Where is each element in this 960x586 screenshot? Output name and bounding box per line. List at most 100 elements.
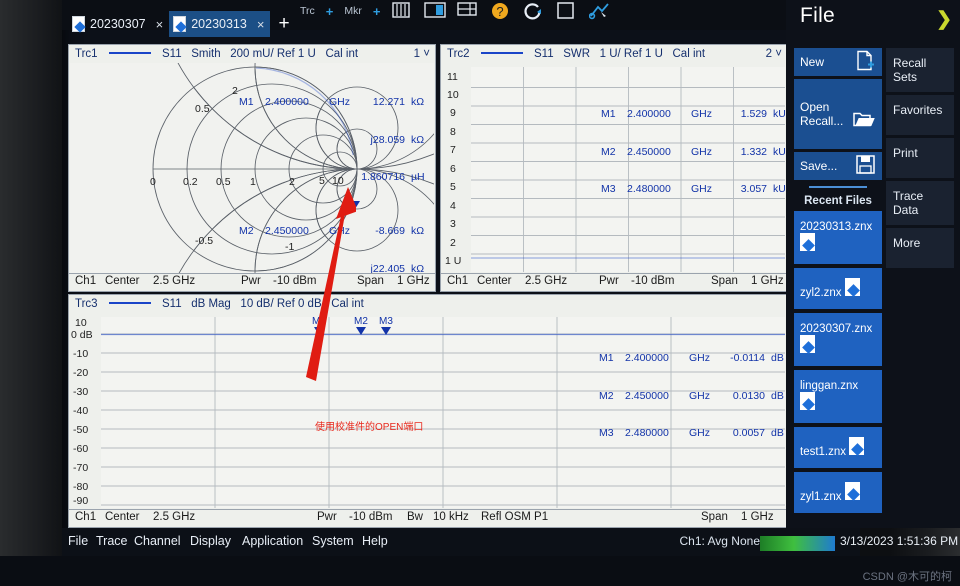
trc3-header: Trc3 S11 dB Mag 10 dB/ Ref 0 dB Cal int bbox=[69, 295, 787, 310]
recent-file-3[interactable]: linggan.znx bbox=[794, 370, 882, 423]
marker-row: M1 2.400000 GHz 12.271 kΩ bbox=[239, 96, 433, 109]
marker-value: -0.0114 bbox=[730, 352, 765, 364]
open-folder-icon bbox=[853, 97, 875, 132]
footer-span-label: Span bbox=[357, 275, 384, 287]
recent-files-header: Recent Files bbox=[804, 195, 872, 207]
trc1-cal: Cal int bbox=[325, 48, 359, 60]
menu-channel[interactable]: Channel bbox=[134, 534, 181, 548]
menu-help[interactable]: Help bbox=[362, 534, 388, 548]
menu-display[interactable]: Display bbox=[190, 534, 231, 548]
dbmag-marker-m1[interactable]: M1 bbox=[312, 316, 326, 335]
refresh-icon[interactable] bbox=[523, 1, 545, 21]
swr-ytick-9: 9 bbox=[450, 107, 456, 119]
footer-pwr-label: Pwr bbox=[241, 275, 261, 287]
close-icon[interactable]: × bbox=[257, 17, 265, 32]
marker-row: M1 2.400000 GHz 1.529 kU bbox=[601, 108, 795, 121]
smith-tick-0: 0 bbox=[150, 176, 156, 188]
file-panel: File ❯ New Open Recall... Save... Recent… bbox=[786, 0, 960, 528]
marker-unit: GHz bbox=[689, 389, 710, 402]
footer-channel: Ch1 bbox=[447, 275, 469, 287]
smith-tick-neg05: -0.5 bbox=[195, 235, 214, 247]
marker-unit: GHz bbox=[329, 96, 350, 108]
marker-unit: GHz bbox=[691, 145, 712, 158]
znx-file-icon bbox=[800, 392, 815, 410]
recent-file-2[interactable]: 20230307.znx bbox=[794, 313, 882, 366]
menu-application[interactable]: Application bbox=[242, 534, 303, 548]
dbmag-ytick-10: 10 bbox=[75, 317, 87, 329]
tab-20230313[interactable]: 20230313 × bbox=[169, 11, 271, 37]
toolbar-icon-group: Trc + Mkr + ? bbox=[300, 0, 611, 26]
help-icon[interactable]: ? bbox=[490, 1, 512, 21]
trace-data-button[interactable]: Trace Data bbox=[886, 181, 954, 225]
trc2-port: S11 bbox=[533, 48, 554, 60]
file-panel-title: File bbox=[800, 4, 836, 27]
footer-pwr-label: Pwr bbox=[599, 275, 619, 287]
znx-file-icon bbox=[844, 482, 860, 500]
marker-tool-icon[interactable] bbox=[589, 1, 611, 21]
trc2-format: SWR bbox=[563, 48, 591, 60]
footer-bw-value: 10 kHz bbox=[433, 511, 469, 523]
trc-add-icon[interactable]: + bbox=[326, 4, 334, 19]
swr-ytick-4: 4 bbox=[450, 200, 456, 212]
screenshot-root: 20230307 × 20230313 × + Trc + Mkr + ? Tr… bbox=[0, 0, 960, 586]
tab-strip: 20230307 × 20230313 × + bbox=[68, 10, 298, 38]
trc1-name: Trc1 bbox=[75, 48, 98, 60]
dbmag-marker-m2[interactable]: M2 bbox=[354, 316, 368, 335]
mkr-add-icon[interactable]: + bbox=[373, 4, 381, 19]
znx-file-icon bbox=[844, 278, 860, 296]
recent-file-label: 20230313.znx bbox=[800, 221, 873, 233]
marker-unit: GHz bbox=[329, 225, 350, 237]
open-recall-button[interactable]: Open Recall... bbox=[794, 79, 882, 149]
windows-layout-icon[interactable] bbox=[457, 1, 479, 21]
add-tab-button[interactable]: + bbox=[270, 12, 297, 36]
trc1-footer: Ch1 Center 2.5 GHz Pwr -10 dBm Span 1 GH… bbox=[69, 273, 435, 291]
new-document-icon bbox=[855, 50, 875, 74]
marker-unit: GHz bbox=[689, 352, 710, 364]
dbmag-ytick-n50: -50 bbox=[73, 424, 89, 436]
marker-value: 1.332 bbox=[740, 145, 767, 158]
diagram-trc1[interactable]: Trc1 S11 Smith 200 mU/ Ref 1 U Cal int 1… bbox=[68, 44, 436, 441]
more-button[interactable]: More bbox=[886, 228, 954, 268]
marker-row: M2 2.450000 GHz -8.669 kΩ bbox=[239, 225, 433, 238]
print-button[interactable]: Print bbox=[886, 138, 954, 178]
marker-row: M2 2.450000 GHz 0.0130 dB bbox=[599, 390, 793, 403]
tab-20230307[interactable]: 20230307 × bbox=[68, 11, 169, 37]
marker-vunit: µH bbox=[411, 171, 425, 183]
grid-lines-icon[interactable] bbox=[391, 1, 413, 21]
marker-vunit: kΩ bbox=[411, 225, 425, 237]
trc3-name: Trc3 bbox=[75, 298, 98, 310]
dbmag-marker-m3[interactable]: M3 bbox=[379, 316, 393, 335]
diagram-trc3[interactable]: Trc3 S11 dB Mag 10 dB/ Ref 0 dB Cal int bbox=[68, 294, 788, 528]
recent-file-5[interactable]: zyl1.znx bbox=[794, 472, 882, 513]
new-button[interactable]: New bbox=[794, 48, 882, 76]
marker-freq: 2.450000 bbox=[627, 145, 671, 158]
swr-ytick-7: 7 bbox=[450, 144, 456, 156]
recent-file-4[interactable]: test1.znx bbox=[794, 427, 882, 468]
recall-sets-button[interactable]: Recall Sets bbox=[886, 48, 954, 92]
footer-pwr-value: -10 dBm bbox=[273, 275, 317, 287]
menu-file[interactable]: File bbox=[68, 534, 88, 548]
swr-ytick-3: 3 bbox=[450, 218, 456, 230]
save-button[interactable]: Save... bbox=[794, 152, 882, 180]
trc1-format: Smith bbox=[191, 48, 221, 60]
diagram-trc2[interactable]: Trc2 S11 SWR 1 U/ Ref 1 U Cal int 2 ˅ 11… bbox=[440, 44, 788, 292]
dbmag-ytick-n20: -20 bbox=[73, 367, 89, 379]
dbmag-ytick-n70: -70 bbox=[73, 462, 89, 474]
panel-collapse-icon[interactable]: ❯ bbox=[936, 8, 952, 31]
screenshot-icon[interactable] bbox=[556, 1, 578, 21]
marker-freq: 2.480000 bbox=[625, 427, 669, 439]
menu-system[interactable]: System bbox=[312, 534, 354, 548]
marker-value: 12.271 bbox=[372, 96, 405, 108]
split-screen-icon[interactable] bbox=[424, 1, 447, 21]
marker-unit: GHz bbox=[691, 183, 712, 195]
recent-file-1[interactable]: zyl2.znx bbox=[794, 268, 882, 309]
trc2-select[interactable]: 2 ˅ bbox=[766, 48, 782, 60]
marker-row: M2 2.450000 GHz 1.332 kU bbox=[601, 146, 795, 159]
close-icon[interactable]: × bbox=[156, 17, 164, 32]
favorites-button[interactable]: Favorites bbox=[886, 95, 954, 135]
footer-span-value: 1 GHz bbox=[751, 275, 784, 287]
marker-freq: 2.480000 bbox=[627, 183, 671, 195]
trc1-select[interactable]: 1 ˅ bbox=[414, 48, 430, 60]
recent-file-0[interactable]: 20230313.znx bbox=[794, 211, 882, 264]
menu-trace[interactable]: Trace bbox=[96, 534, 128, 548]
